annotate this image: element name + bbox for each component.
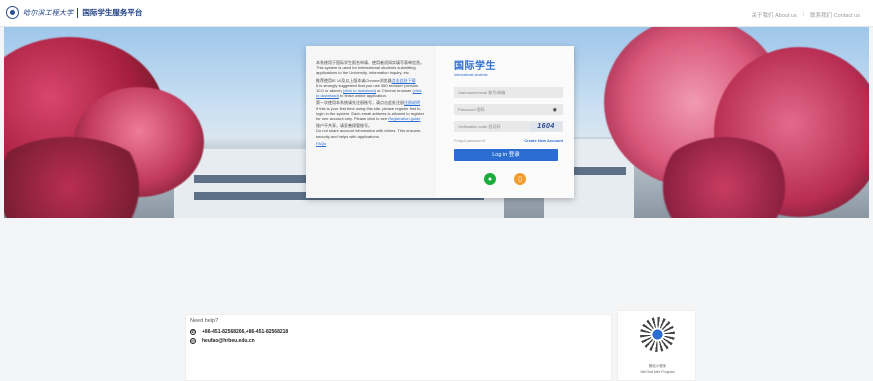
intro-panel: 本系统用于国际学生报名申请、使用者须如实填写表单信息。 This system i… — [306, 46, 436, 198]
eye-off-icon[interactable]: ◉ — [553, 107, 557, 113]
wechat-qr-code — [640, 317, 675, 352]
qr-panel: 微信小程序 WeChat Mini Program — [617, 310, 696, 381]
logo-divider — [77, 7, 79, 18]
help-phone-number: +86-451-82568266,+86-451-82568218 — [202, 329, 289, 335]
password-input[interactable]: Password 密码 ◉ — [454, 104, 563, 115]
account-links: Forgot password? Create New Account — [454, 138, 563, 143]
help-panel: Need help? ✆ +86-451-82568266,+86-451-82… — [185, 314, 612, 381]
create-account-link[interactable]: Create New Account — [524, 138, 563, 143]
university-logo[interactable]: 哈尔滨工程大学 国际学生服务平台 — [6, 6, 142, 19]
help-email: @ heufao@hrbeu.edu.cn — [190, 338, 255, 344]
top-header-bar: 哈尔滨工程大学 国际学生服务平台 关于我们 About us | 联系我们 Co… — [0, 0, 873, 27]
top-links-divider: | — [802, 11, 805, 17]
university-seal-icon — [6, 6, 19, 19]
top-links: 关于我们 About us | 联系我们 Contact us — [751, 11, 860, 19]
brand-subtitle: International students — [454, 73, 488, 77]
verification-placeholder: Verification code 验证码 — [458, 124, 501, 129]
faq-link[interactable]: FAQs — [316, 141, 326, 146]
captcha-image[interactable]: 1604 — [530, 122, 562, 131]
help-email-address: heufao@hrbeu.edu.cn — [202, 338, 255, 344]
help-title: Need help? — [190, 318, 219, 324]
intro-p1-en: This system is used for International st… — [316, 65, 416, 76]
login-panel: 国际学生 International students Username/ema… — [436, 46, 574, 198]
brand-title: 国际学生 — [454, 61, 496, 72]
social-login: ● ▯ — [454, 173, 562, 185]
contact-us-link[interactable]: 联系我们 Contact us — [810, 11, 860, 19]
forgot-password-link[interactable]: Forgot password? — [454, 138, 486, 143]
platform-name: 国际学生服务平台 — [82, 8, 143, 17]
phone-icon: ✆ — [190, 329, 196, 335]
username-placeholder: Username/email 账号/邮箱 — [458, 90, 506, 95]
verification-input[interactable]: Verification code 验证码 1604 — [454, 121, 563, 132]
login-card: 本系统用于国际学生报名申请、使用者须如实填写表单信息。 This system i… — [306, 46, 574, 198]
wechat-icon[interactable]: ● — [484, 173, 496, 185]
username-input[interactable]: Username/email 账号/邮箱 — [454, 87, 563, 98]
about-us-link[interactable]: 关于我们 About us — [751, 11, 796, 19]
help-phone: ✆ +86-451-82568266,+86-451-82568218 — [190, 329, 288, 335]
phone-icon[interactable]: ▯ — [514, 173, 526, 185]
intro-p2-en3: to finish online application. — [340, 93, 387, 99]
password-placeholder: Password 密码 — [458, 107, 485, 112]
school-name: 哈尔滨工程大学 — [23, 8, 74, 17]
email-icon: @ — [190, 338, 196, 344]
registration-guide-link[interactable]: Registration guide — [388, 116, 420, 121]
qr-label-en: WeChat Mini Program — [640, 370, 675, 374]
intro-p4-en: Do not share account information with ot… — [316, 128, 421, 139]
qr-label-cn: 微信小程序 — [648, 364, 667, 368]
login-button[interactable]: Log in 登录 — [454, 149, 558, 161]
